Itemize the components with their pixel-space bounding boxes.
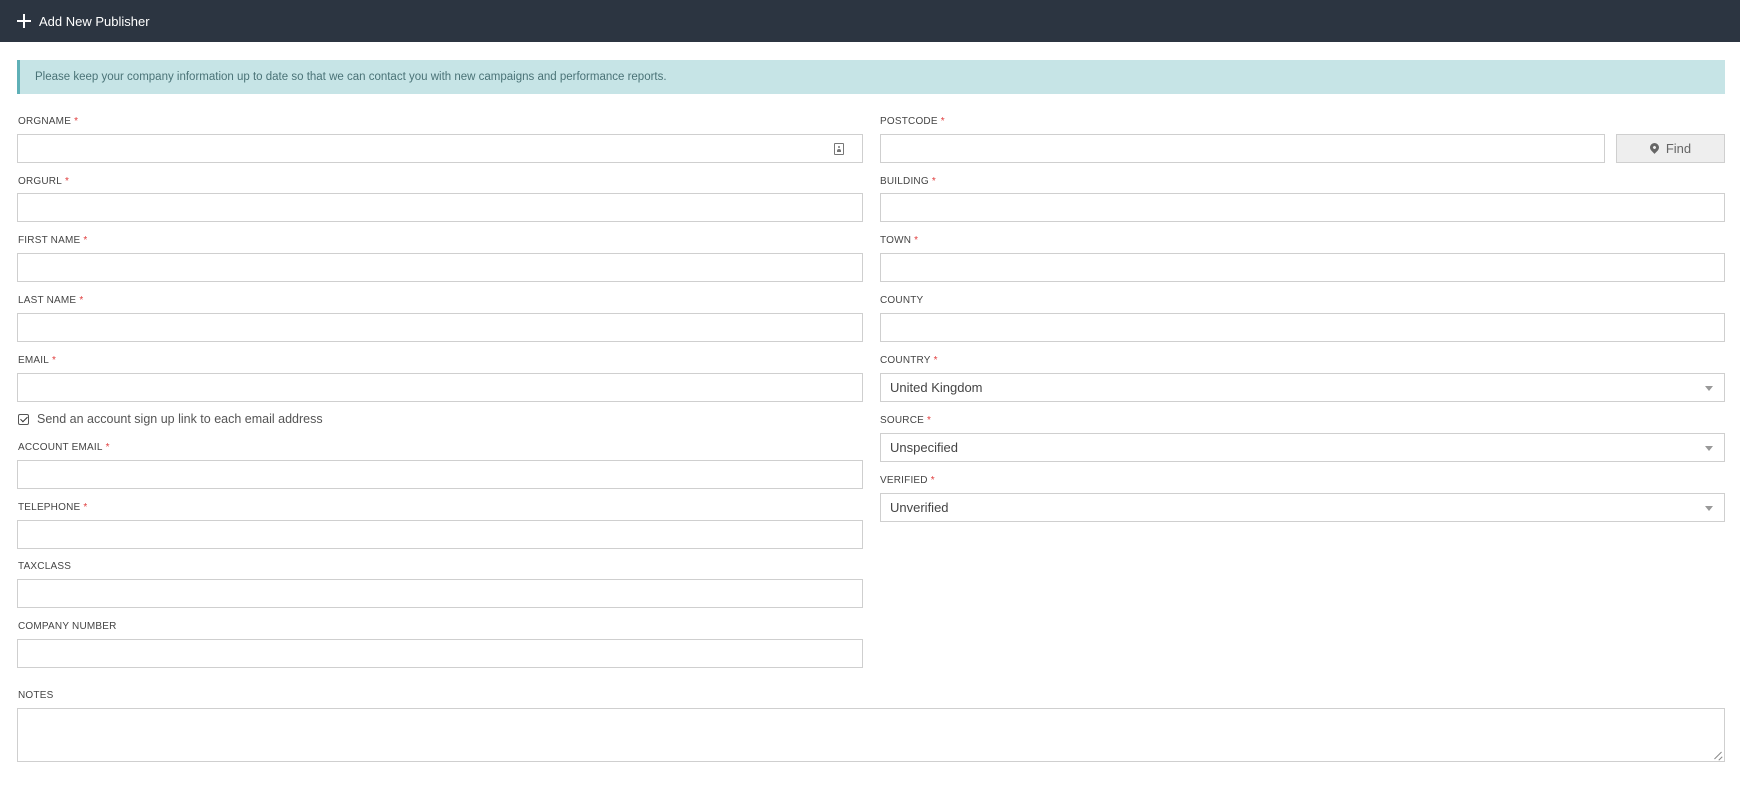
source-label: SOURCE * xyxy=(880,415,932,426)
info-alert: Please keep your company information up … xyxy=(17,60,1725,94)
orgname-input[interactable] xyxy=(17,134,863,163)
signup-link-checkbox-label[interactable]: Send an account sign up link to each ema… xyxy=(37,412,323,426)
find-address-button[interactable]: Find xyxy=(1616,134,1725,163)
orgurl-label: ORGURL * xyxy=(18,176,70,187)
source-select[interactable]: Unspecified xyxy=(880,433,1725,462)
verified-label: VERIFIED * xyxy=(880,475,935,486)
telephone-input[interactable] xyxy=(17,520,863,549)
account-email-label: ACCOUNT EMAIL * xyxy=(18,442,110,453)
chevron-down-icon xyxy=(1705,386,1713,391)
email-input[interactable] xyxy=(17,373,863,402)
last-name-label: LAST NAME * xyxy=(18,295,84,306)
signup-link-option[interactable]: Send an account sign up link to each ema… xyxy=(18,412,323,426)
map-pin-icon xyxy=(1647,141,1661,154)
notes-textarea[interactable] xyxy=(17,708,1725,762)
telephone-label: TELEPHONE * xyxy=(18,502,88,513)
last-name-input[interactable] xyxy=(17,313,863,342)
country-select[interactable]: United Kingdom xyxy=(880,373,1725,402)
town-label: TOWN * xyxy=(880,235,919,246)
county-input[interactable] xyxy=(880,313,1725,342)
plus-icon xyxy=(17,14,31,28)
building-label: BUILDING * xyxy=(880,176,936,187)
town-input[interactable] xyxy=(880,253,1725,282)
chevron-down-icon xyxy=(1705,446,1713,451)
postcode-input[interactable] xyxy=(880,134,1605,163)
page-title: Add New Publisher xyxy=(39,13,150,29)
taxclass-label: TAXCLASS xyxy=(18,561,72,572)
account-email-input[interactable] xyxy=(17,460,863,489)
verified-selected-value: Unverified xyxy=(890,500,949,515)
source-selected-value: Unspecified xyxy=(890,440,958,455)
country-selected-value: United Kingdom xyxy=(890,380,983,395)
postcode-label: POSTCODE * xyxy=(880,116,945,127)
signup-link-checkbox[interactable] xyxy=(18,413,29,425)
country-label: COUNTRY * xyxy=(880,355,938,366)
orgname-label: ORGNAME * xyxy=(18,116,79,127)
find-button-label: Find xyxy=(1665,141,1692,156)
first-name-label: FIRST NAME * xyxy=(18,235,88,246)
verified-select[interactable]: Unverified xyxy=(880,493,1725,522)
company-number-input[interactable] xyxy=(17,639,863,668)
top-bar: Add New Publisher xyxy=(0,0,1740,42)
building-input[interactable] xyxy=(880,193,1725,222)
contact-card-icon[interactable] xyxy=(834,143,844,155)
company-number-label: COMPANY NUMBER xyxy=(18,621,117,632)
orgurl-input[interactable] xyxy=(17,193,863,222)
taxclass-input[interactable] xyxy=(17,579,863,608)
county-label: COUNTY xyxy=(880,295,924,306)
info-alert-text: Please keep your company information up … xyxy=(35,71,667,83)
first-name-input[interactable] xyxy=(17,253,863,282)
notes-label: NOTES xyxy=(18,690,54,701)
email-label: EMAIL * xyxy=(18,355,57,366)
chevron-down-icon xyxy=(1705,506,1713,511)
resize-handle-icon[interactable] xyxy=(1714,751,1722,759)
